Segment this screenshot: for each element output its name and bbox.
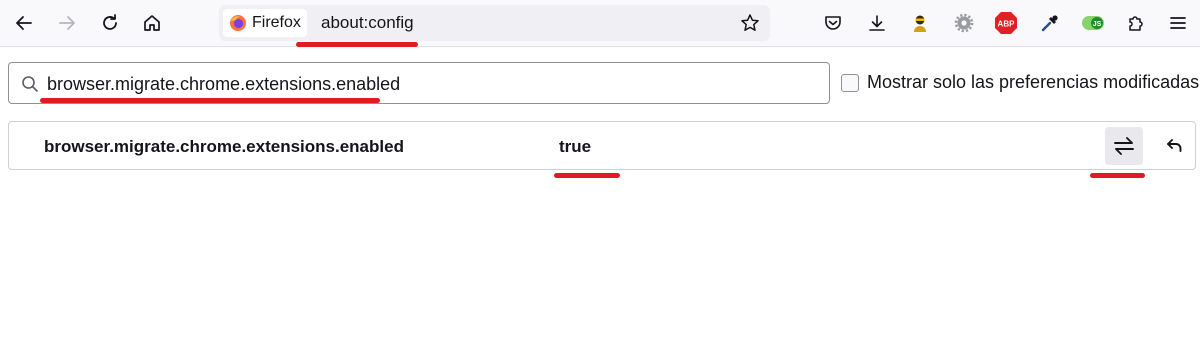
value-highlight-underline bbox=[554, 173, 620, 178]
identity-box[interactable]: Firefox bbox=[223, 9, 307, 37]
undo-icon bbox=[1167, 139, 1182, 152]
home-button[interactable] bbox=[136, 7, 168, 39]
toggle-button[interactable] bbox=[1105, 127, 1143, 165]
eyedropper-icon bbox=[1041, 15, 1058, 32]
url-text[interactable]: about:config bbox=[321, 13, 414, 33]
show-modified-toggle[interactable]: Mostrar solo las preferencias modificada… bbox=[841, 72, 1199, 93]
extension-avatar-icon bbox=[914, 15, 926, 32]
downloads-icon bbox=[869, 15, 885, 31]
pocket-icon bbox=[825, 16, 841, 30]
reload-button[interactable] bbox=[94, 7, 126, 39]
extension-avatar-button[interactable] bbox=[905, 8, 935, 38]
pocket-button[interactable] bbox=[818, 8, 848, 38]
menu-button[interactable] bbox=[1163, 8, 1193, 38]
adblock-plus-button[interactable]: ABP bbox=[991, 8, 1021, 38]
star-icon bbox=[741, 14, 759, 31]
bookmark-button[interactable] bbox=[736, 9, 764, 37]
search-value: browser.migrate.chrome.extensions.enable… bbox=[47, 74, 401, 94]
search-highlight-underline bbox=[40, 98, 380, 103]
show-modified-checkbox[interactable] bbox=[841, 73, 859, 92]
reload-icon bbox=[103, 14, 117, 30]
settings-extension-icon bbox=[954, 13, 974, 33]
extensions-puzzle-icon bbox=[1129, 16, 1143, 31]
search-icon bbox=[21, 75, 39, 93]
arrow-right-icon bbox=[59, 16, 75, 30]
home-icon bbox=[144, 15, 160, 31]
preference-name: browser.migrate.chrome.extensions.enable… bbox=[44, 137, 404, 156]
url-bar[interactable]: Firefox about:config bbox=[219, 5, 770, 41]
firefox-logo-icon bbox=[230, 15, 246, 31]
browser-toolbar: Firefox about:config ABP JS bbox=[0, 0, 1200, 47]
settings-extension-button[interactable] bbox=[949, 8, 979, 38]
javascript-toggle-button[interactable]: JS bbox=[1079, 8, 1109, 38]
identity-label: Firefox bbox=[252, 14, 301, 31]
show-modified-label[interactable]: Mostrar solo las preferencias modificada… bbox=[867, 72, 1199, 93]
toggle-highlight-underline bbox=[1090, 173, 1145, 178]
downloads-button[interactable] bbox=[862, 8, 892, 38]
svg-text:ABP: ABP bbox=[998, 20, 1016, 29]
arrow-left-icon bbox=[16, 16, 32, 30]
adblock-plus-icon: ABP bbox=[995, 12, 1017, 34]
menu-icon bbox=[1170, 17, 1186, 29]
toggle-arrows-icon bbox=[1114, 137, 1134, 155]
forward-button[interactable] bbox=[51, 7, 83, 39]
preference-value[interactable]: true bbox=[559, 137, 591, 157]
eyedropper-button[interactable] bbox=[1035, 8, 1065, 38]
svg-text:JS: JS bbox=[1093, 21, 1102, 28]
url-highlight-underline bbox=[296, 42, 418, 47]
extensions-button[interactable] bbox=[1121, 8, 1151, 38]
preference-row: browser.migrate.chrome.extensions.enable… bbox=[8, 121, 1196, 170]
javascript-toggle-icon: JS bbox=[1082, 16, 1104, 30]
reset-button[interactable] bbox=[1155, 127, 1193, 165]
back-button[interactable] bbox=[8, 7, 40, 39]
